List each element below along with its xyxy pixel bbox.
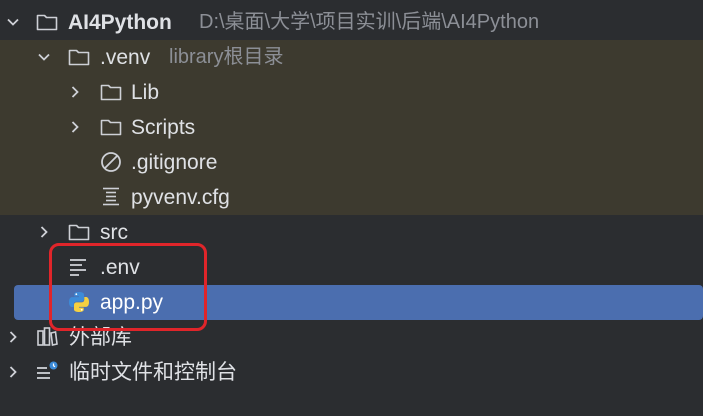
tree-row-scripts[interactable]: Scripts	[0, 110, 703, 145]
folder-label-lib: Lib	[131, 81, 160, 104]
tree-row-env[interactable]: .env	[0, 250, 703, 285]
chevron-right-icon[interactable]	[67, 84, 83, 100]
tree-row-scratches[interactable]: 临时文件和控制台	[0, 355, 703, 390]
chevron-right-icon[interactable]	[36, 224, 52, 240]
chevron-down-icon[interactable]	[36, 49, 52, 65]
folder-label-scripts: Scripts	[131, 116, 196, 139]
file-label-env: .env	[100, 256, 140, 279]
chevron-right-icon[interactable]	[5, 329, 21, 345]
tree-row-lib[interactable]: Lib	[0, 75, 703, 110]
folder-label-src: src	[100, 221, 128, 244]
folder-icon	[68, 224, 90, 241]
folder-icon	[36, 14, 58, 31]
folder-icon	[68, 49, 90, 66]
tree-row-external-libraries[interactable]: 外部库	[0, 320, 703, 355]
chevron-right-icon[interactable]	[5, 364, 21, 380]
library-icon	[37, 327, 58, 346]
tree-row-src[interactable]: src	[0, 215, 703, 250]
tree-row-gitignore[interactable]: .gitignore	[0, 145, 703, 180]
tree-row-venv[interactable]: .venv library根目录	[0, 40, 703, 75]
project-path: D:\桌面\大学\项目实训\后端\AI4Python	[199, 11, 540, 33]
scratches-consoles-label: 临时文件和控制台	[69, 361, 237, 384]
chevron-down-icon[interactable]	[5, 14, 21, 30]
chevron-right-icon[interactable]	[67, 119, 83, 135]
external-libraries-label: 外部库	[69, 326, 132, 349]
python-file-icon	[69, 292, 89, 312]
tree-row-root[interactable]: AI4Python D:\桌面\大学\项目实训\后端\AI4Python	[0, 5, 703, 40]
project-name: AI4Python	[68, 11, 172, 34]
scratch-console-icon	[37, 361, 58, 379]
file-label-pyvenv: pyvenv.cfg	[131, 186, 230, 209]
file-label-app-py: app.py	[100, 291, 164, 314]
library-root-hint: library根目录	[169, 46, 284, 68]
folder-icon	[100, 84, 122, 101]
tree-row-app-py[interactable]: app.py	[14, 285, 703, 320]
tree-row-pyvenv[interactable]: pyvenv.cfg	[0, 180, 703, 215]
ignore-file-icon	[101, 152, 121, 172]
file-label-gitignore: .gitignore	[131, 151, 218, 174]
folder-label-venv: .venv	[100, 46, 151, 69]
text-file-icon	[70, 259, 86, 276]
config-file-icon	[103, 187, 119, 206]
folder-icon	[100, 119, 122, 136]
